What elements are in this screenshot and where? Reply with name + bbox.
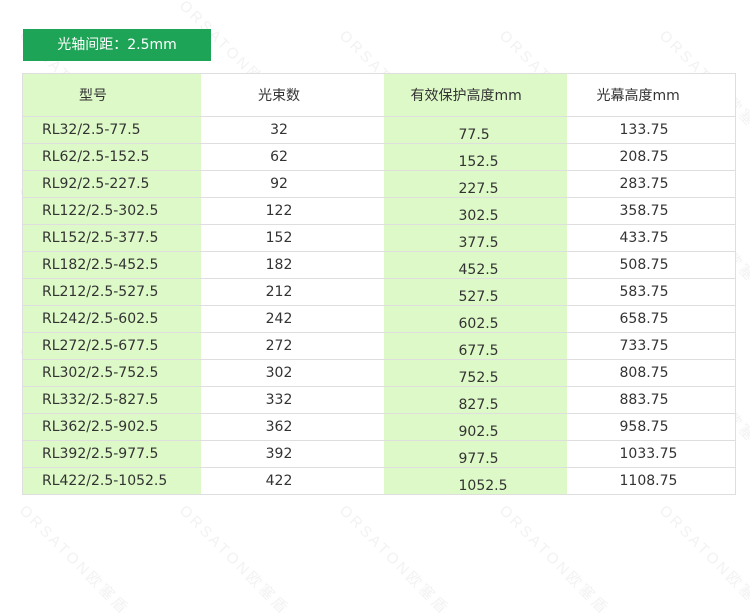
watermark: ORSATON欧塞盾 bbox=[175, 502, 293, 615]
cell-curtain-height: 733.75 bbox=[566, 332, 736, 360]
cell-model: RL422/2.5-1052.5 bbox=[22, 467, 201, 495]
cell-model: RL272/2.5-677.5 bbox=[22, 332, 201, 360]
table-row: RL272/2.5-677.5 272 677.5 733.75 bbox=[22, 332, 736, 360]
cell-model: RL332/2.5-827.5 bbox=[22, 386, 201, 414]
table-row: RL32/2.5-77.5 32 77.5 133.75 bbox=[22, 116, 736, 144]
table-row: RL392/2.5-977.5 392 977.5 1033.75 bbox=[22, 440, 736, 468]
cell-curtain-height: 433.75 bbox=[566, 224, 736, 252]
cell-curtain-height: 1033.75 bbox=[566, 440, 736, 468]
cell-model: RL32/2.5-77.5 bbox=[22, 116, 201, 144]
cell-model: RL62/2.5-152.5 bbox=[22, 143, 201, 171]
cell-curtain-height: 658.75 bbox=[566, 305, 736, 333]
cell-protection-height: 452.5 bbox=[383, 251, 567, 279]
watermark: ORSATON欧塞盾 bbox=[495, 502, 613, 615]
cell-value: 977.5 bbox=[458, 451, 499, 467]
table-row: RL362/2.5-902.5 362 902.5 958.75 bbox=[22, 413, 736, 441]
cell-protection-height: 902.5 bbox=[383, 413, 567, 441]
cell-protection-height: 1052.5 bbox=[383, 467, 567, 495]
section-title: 光轴间距：2.5mm bbox=[23, 29, 211, 61]
cell-curtain-height: 358.75 bbox=[566, 197, 736, 225]
cell-beam-count: 242 bbox=[200, 305, 384, 333]
cell-model: RL122/2.5-302.5 bbox=[22, 197, 201, 225]
table-row: RL152/2.5-377.5 152 377.5 433.75 bbox=[22, 224, 736, 252]
cell-model: RL302/2.5-752.5 bbox=[22, 359, 201, 387]
cell-model: RL362/2.5-902.5 bbox=[22, 413, 201, 441]
cell-beam-count: 92 bbox=[200, 170, 384, 198]
cell-beam-count: 332 bbox=[200, 386, 384, 414]
watermark: ORSATON欧塞盾 bbox=[15, 502, 133, 615]
cell-beam-count: 182 bbox=[200, 251, 384, 279]
table-row: RL92/2.5-227.5 92 227.5 283.75 bbox=[22, 170, 736, 198]
header-curtain-height: 光幕高度mm bbox=[566, 73, 736, 117]
table-row: RL182/2.5-452.5 182 452.5 508.75 bbox=[22, 251, 736, 279]
cell-protection-height: 77.5 bbox=[383, 116, 567, 144]
cell-curtain-height: 508.75 bbox=[566, 251, 736, 279]
cell-value: 752.5 bbox=[458, 370, 499, 386]
cell-curtain-height: 958.75 bbox=[566, 413, 736, 441]
cell-protection-height: 677.5 bbox=[383, 332, 567, 360]
table-row: RL212/2.5-527.5 212 527.5 583.75 bbox=[22, 278, 736, 306]
cell-beam-count: 62 bbox=[200, 143, 384, 171]
table-header-row: 型号 光束数 有效保护高度mm 光幕高度mm bbox=[22, 73, 736, 117]
cell-protection-height: 977.5 bbox=[383, 440, 567, 468]
cell-model: RL92/2.5-227.5 bbox=[22, 170, 201, 198]
cell-value: 452.5 bbox=[458, 262, 499, 278]
cell-beam-count: 302 bbox=[200, 359, 384, 387]
cell-value: 1052.5 bbox=[458, 478, 508, 494]
cell-value: 602.5 bbox=[458, 316, 499, 332]
cell-protection-height: 227.5 bbox=[383, 170, 567, 198]
cell-model: RL242/2.5-602.5 bbox=[22, 305, 201, 333]
cell-protection-height: 527.5 bbox=[383, 278, 567, 306]
cell-value: 677.5 bbox=[458, 343, 499, 359]
cell-model: RL152/2.5-377.5 bbox=[22, 224, 201, 252]
cell-protection-height: 377.5 bbox=[383, 224, 567, 252]
cell-value: 902.5 bbox=[458, 424, 499, 440]
cell-beam-count: 362 bbox=[200, 413, 384, 441]
cell-protection-height: 602.5 bbox=[383, 305, 567, 333]
header-beam-count: 光束数 bbox=[200, 73, 384, 117]
cell-value: 77.5 bbox=[458, 127, 490, 143]
table-row: RL62/2.5-152.5 62 152.5 208.75 bbox=[22, 143, 736, 171]
cell-beam-count: 272 bbox=[200, 332, 384, 360]
cell-protection-height: 827.5 bbox=[383, 386, 567, 414]
cell-model: RL182/2.5-452.5 bbox=[22, 251, 201, 279]
cell-protection-height: 152.5 bbox=[383, 143, 567, 171]
cell-curtain-height: 208.75 bbox=[566, 143, 736, 171]
cell-curtain-height: 133.75 bbox=[566, 116, 736, 144]
cell-curtain-height: 1108.75 bbox=[566, 467, 736, 495]
watermark: ORSATON欧塞盾 bbox=[655, 502, 750, 615]
header-model: 型号 bbox=[22, 73, 201, 117]
cell-protection-height: 302.5 bbox=[383, 197, 567, 225]
spec-table: 型号 光束数 有效保护高度mm 光幕高度mm RL32/2.5-77.5 32 77… bbox=[22, 73, 736, 495]
cell-beam-count: 392 bbox=[200, 440, 384, 468]
cell-beam-count: 32 bbox=[200, 116, 384, 144]
cell-value: 152.5 bbox=[458, 154, 499, 170]
table-row: RL242/2.5-602.5 242 602.5 658.75 bbox=[22, 305, 736, 333]
cell-protection-height: 752.5 bbox=[383, 359, 567, 387]
table-row: RL332/2.5-827.5 332 827.5 883.75 bbox=[22, 386, 736, 414]
cell-curtain-height: 283.75 bbox=[566, 170, 736, 198]
cell-value: 827.5 bbox=[458, 397, 499, 413]
cell-model: RL212/2.5-527.5 bbox=[22, 278, 201, 306]
cell-beam-count: 212 bbox=[200, 278, 384, 306]
cell-curtain-height: 583.75 bbox=[566, 278, 736, 306]
cell-beam-count: 422 bbox=[200, 467, 384, 495]
table-body: RL32/2.5-77.5 32 77.5 133.75 RL62/2.5-152.5 6… bbox=[22, 116, 736, 495]
cell-beam-count: 122 bbox=[200, 197, 384, 225]
cell-model: RL392/2.5-977.5 bbox=[22, 440, 201, 468]
header-protection-height: 有效保护高度mm bbox=[383, 73, 567, 117]
cell-beam-count: 152 bbox=[200, 224, 384, 252]
cell-value: 302.5 bbox=[458, 208, 499, 224]
table-row: RL422/2.5-1052.5 422 1052.5 1108.75 bbox=[22, 467, 736, 495]
watermark: ORSATON欧塞盾 bbox=[335, 502, 453, 615]
table-row: RL122/2.5-302.5 122 302.5 358.75 bbox=[22, 197, 736, 225]
table-row: RL302/2.5-752.5 302 752.5 808.75 bbox=[22, 359, 736, 387]
cell-value: 227.5 bbox=[458, 181, 499, 197]
cell-value: 527.5 bbox=[458, 289, 499, 305]
cell-curtain-height: 808.75 bbox=[566, 359, 736, 387]
cell-curtain-height: 883.75 bbox=[566, 386, 736, 414]
cell-value: 377.5 bbox=[458, 235, 499, 251]
